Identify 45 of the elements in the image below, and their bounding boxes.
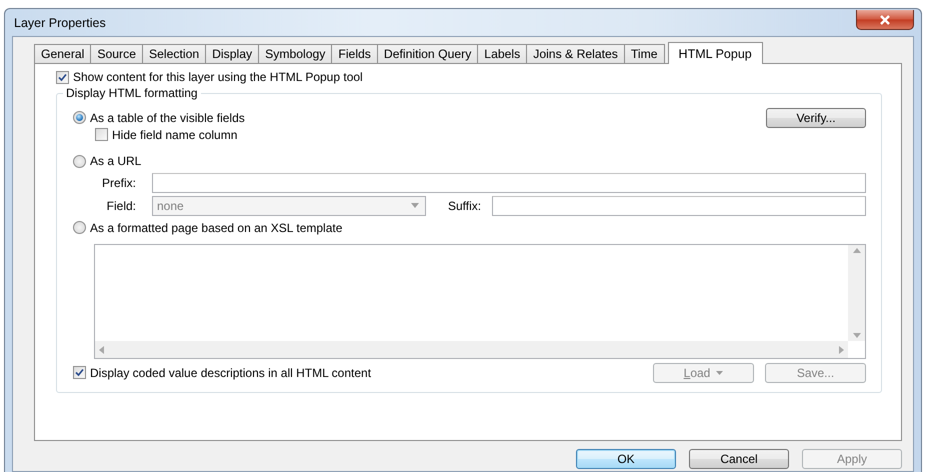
- prefix-field[interactable]: [152, 172, 866, 192]
- scroll-left-icon[interactable]: [99, 346, 104, 354]
- checkbox-label: Hide field name column: [112, 128, 238, 142]
- suffix-label: Suffix:: [448, 198, 482, 212]
- caret-icon: [716, 371, 724, 375]
- tab[interactable]: Definition Query: [376, 44, 478, 63]
- close-button[interactable]: [856, 10, 914, 30]
- ok-button[interactable]: OK: [576, 449, 676, 469]
- tab[interactable]: Symbology: [258, 44, 332, 63]
- checkbox[interactable]: [56, 70, 69, 84]
- field-label: Field:: [106, 198, 136, 212]
- close-icon: [879, 14, 891, 24]
- tab[interactable]: Labels: [477, 44, 528, 63]
- radio-button[interactable]: [73, 111, 86, 124]
- checkbox-label: Display coded value descriptions in all HTML content: [90, 366, 372, 380]
- radio-label: As a URL: [90, 154, 142, 168]
- radio-button[interactable]: [73, 221, 86, 234]
- horizontal-scrollbar[interactable]: [95, 341, 848, 358]
- window-title: Layer Properties: [13, 16, 107, 30]
- checkbox[interactable]: [95, 128, 108, 141]
- dropdown-arrow-icon: [411, 203, 419, 208]
- tab[interactable]: Source: [90, 44, 143, 63]
- prefix-label: Prefix:: [100, 176, 136, 190]
- radio-button[interactable]: [73, 154, 86, 168]
- checkbox[interactable]: [73, 366, 86, 380]
- tab[interactable]: HTML Popup: [668, 42, 763, 64]
- tab[interactable]: Selection: [142, 44, 206, 63]
- verify-button[interactable]: Verify...: [766, 108, 866, 128]
- group-title: Display HTML formatting: [63, 86, 201, 100]
- radio-label: As a formatted page based on an XSL template: [90, 220, 342, 234]
- tab[interactable]: Time: [624, 44, 665, 63]
- vertical-scrollbar[interactable]: [848, 245, 865, 341]
- cancel-button[interactable]: Cancel: [689, 449, 789, 469]
- tab[interactable]: Fields: [331, 44, 378, 63]
- tab[interactable]: Joins & Relates: [526, 44, 625, 63]
- tab[interactable]: Display: [205, 44, 260, 63]
- suffix-field[interactable]: [492, 196, 866, 216]
- scroll-right-icon[interactable]: [839, 346, 844, 354]
- tab[interactable]: General: [34, 44, 92, 63]
- xsl-template-box[interactable]: [94, 244, 866, 359]
- radio-label: As a table of the visible fields: [90, 110, 245, 125]
- checkbox-label: Show content for this layer using the HTML Popup tool: [73, 70, 363, 84]
- dropdown-value: none: [157, 198, 185, 212]
- scroll-down-icon[interactable]: [852, 333, 860, 338]
- scroll-up-icon[interactable]: [852, 248, 860, 253]
